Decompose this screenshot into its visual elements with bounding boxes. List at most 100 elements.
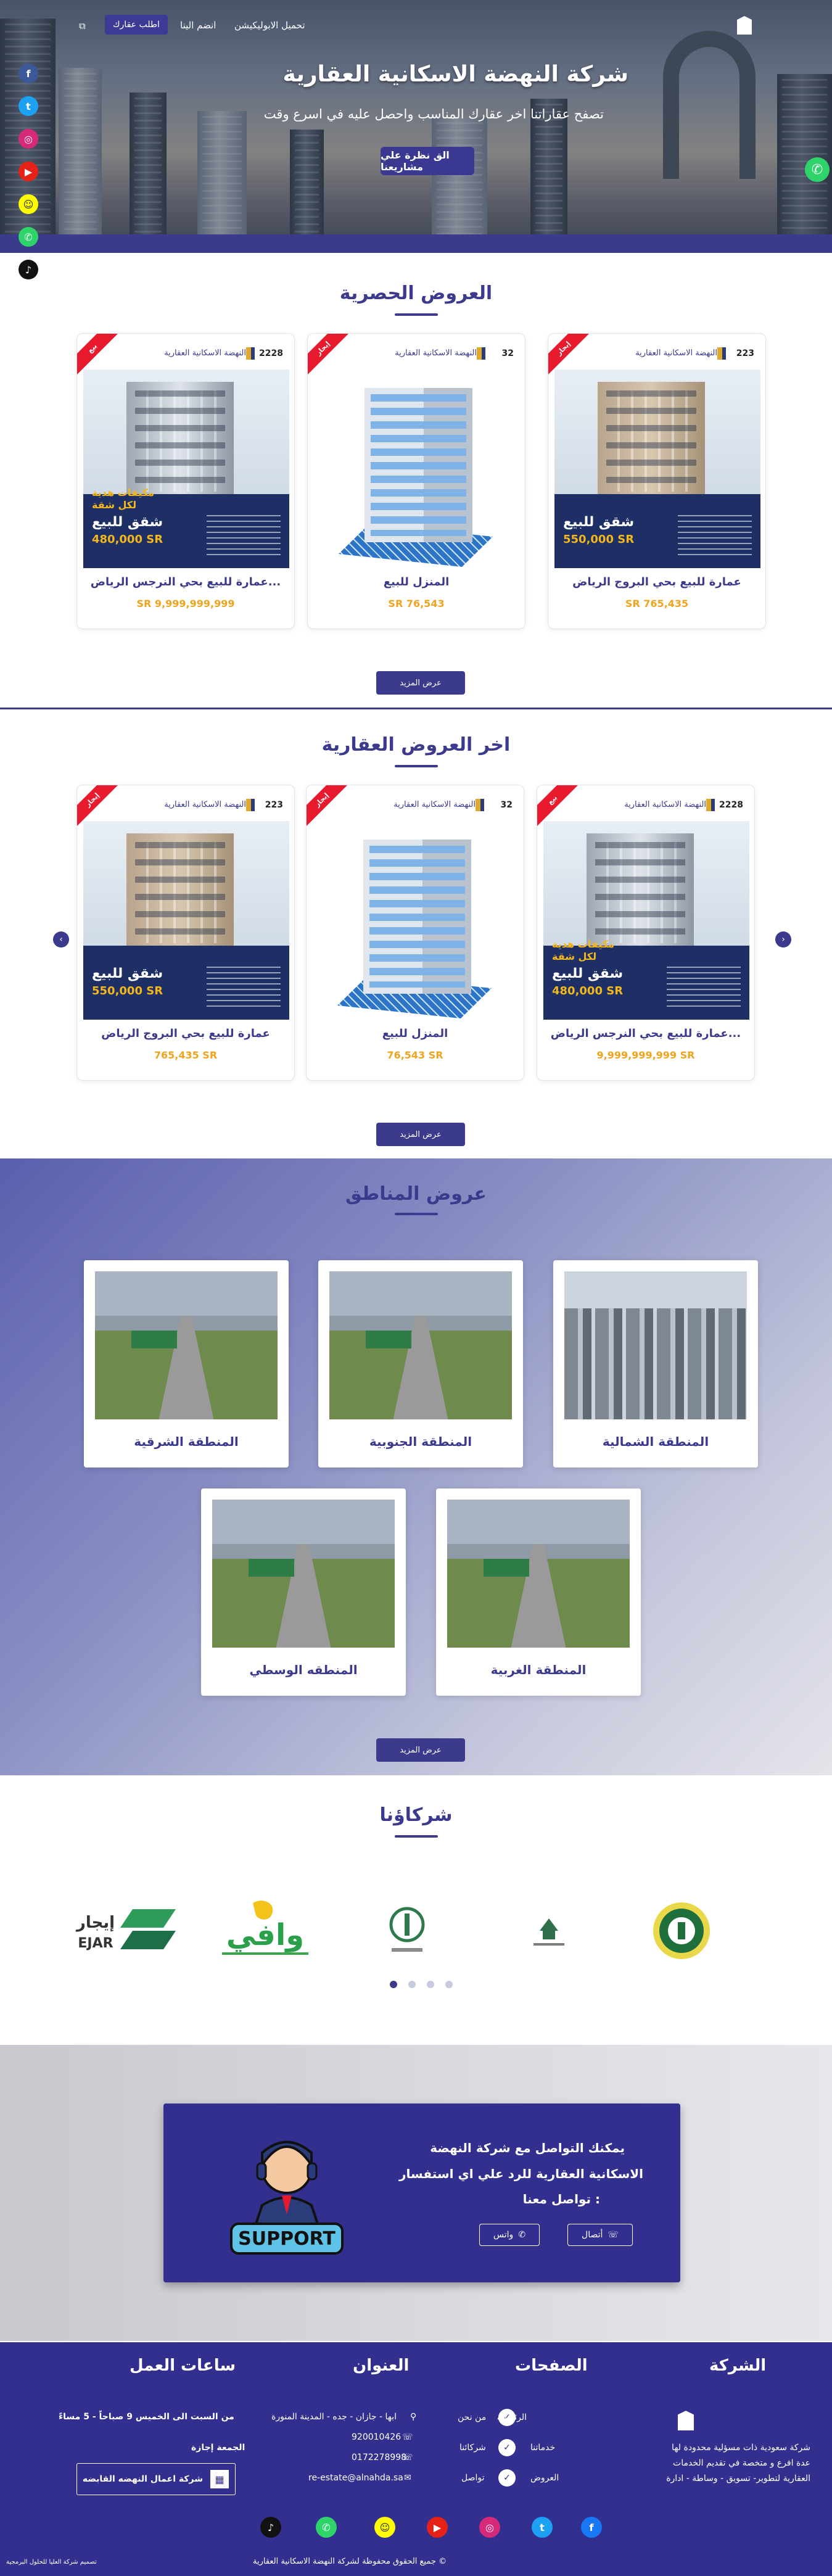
site-logo[interactable] (737, 16, 752, 35)
footer-link-services[interactable]: خدماتنا (530, 2443, 555, 2453)
regions-more-button[interactable]: عرض المزيد (376, 1738, 465, 1762)
partner-logo-justice[interactable] (370, 1897, 444, 1965)
footer-email[interactable]: re-estate@alnahda.sa (308, 2473, 403, 2483)
phone-icon: ☏ (608, 2230, 619, 2240)
listing-number: 32 (501, 349, 514, 358)
brand-logo-icon (706, 799, 715, 811)
property-card[interactable]: بيع 2228 النهضة الاسكانية العقارية مكيفا… (537, 785, 755, 1081)
call-button[interactable]: أتصال ☏ (567, 2224, 633, 2246)
footer-link-partners[interactable]: شركائنا (459, 2443, 486, 2453)
whatsapp-icon[interactable]: ✆ (19, 227, 38, 247)
property-image: 223 النهضة الاسكانية العقارية شقق للبيع … (83, 791, 289, 1020)
poster-details (207, 515, 281, 558)
footer-design-credit[interactable]: تصميم شركة العليا للحلول البرمجية (6, 2559, 97, 2566)
tiktok-icon[interactable]: ♪ (260, 2517, 281, 2538)
nav-join-us[interactable]: انضم الينا (180, 20, 216, 31)
tiktok-icon[interactable]: ♪ (19, 260, 38, 279)
property-title[interactable]: المنزل للبيع (314, 576, 519, 588)
facebook-icon[interactable]: f (581, 2517, 602, 2538)
property-title[interactable]: عمارة للبيع بحي النرجس الرياض... (83, 576, 288, 588)
contact-line-3: تواصل معنا : (522, 2192, 600, 2207)
poster-details (678, 515, 752, 558)
building-photo (587, 833, 694, 952)
exclusive-more-button[interactable]: عرض المزيد (376, 671, 465, 695)
property-card[interactable]: إيجار 32 النهضة الاسكانية العقارية المنز… (307, 333, 525, 629)
check-icon: ✓ (498, 2469, 516, 2487)
property-card[interactable]: إيجار 223 النهضة الاسكانية العقارية شقق … (548, 333, 766, 629)
instagram-icon[interactable]: ◎ (19, 129, 38, 149)
property-image: 32 النهضة الاسكانية العقارية (313, 791, 519, 1020)
footer-phone-2[interactable]: 0172278998 (352, 2453, 406, 2462)
snapchat-icon[interactable]: ☺ (374, 2517, 395, 2538)
property-card[interactable]: إيجار 223 النهضة الاسكانية العقارية شقق … (76, 785, 295, 1081)
nav-download-app[interactable]: تحميل الابوليكيشن (234, 20, 305, 31)
group-company-label: شركة اعمال النهضه القابضه (82, 2474, 203, 2484)
carousel-dot[interactable] (427, 1981, 434, 1988)
whatsapp-button[interactable]: واتس ✆ (479, 2224, 540, 2246)
property-card[interactable]: إيجار 32 النهضة الاسكانية العقارية المنز… (306, 785, 524, 1081)
property-title[interactable]: عمارة للبيع بحي البروج الرياض (554, 576, 759, 588)
region-card-north[interactable]: المنطقة الشمالية (553, 1260, 758, 1468)
carousel-dot[interactable] (408, 1981, 416, 1988)
footer-address: ابها - جازان - جده - المدينة المنورة (271, 2412, 397, 2422)
brand-logo-icon (477, 347, 485, 360)
whatsapp-icon[interactable]: ✆ (316, 2517, 337, 2538)
footer-friday: الجمعة إجازة (191, 2443, 245, 2453)
partner-logo-ejar[interactable]: إيجار EJAR (71, 1897, 188, 1965)
region-image (329, 1271, 512, 1419)
footer-company-title: الشركة (709, 2356, 767, 2375)
property-price: SR 765,435 (625, 598, 689, 609)
poster-price: 550,000 SR (92, 985, 163, 997)
support-label: SUPPORT (238, 2228, 336, 2250)
region-card-south[interactable]: المنطقة الجنوبية (318, 1260, 523, 1468)
property-title[interactable]: عمارة للبيع بحي النرجس الرياض... (543, 1027, 748, 1040)
partners-title: شركاؤنا (379, 1804, 453, 1826)
partner-logo-government[interactable] (648, 1897, 715, 1965)
partner-logo-wafi[interactable]: وافي (210, 1897, 321, 1965)
footer-link-offers[interactable]: العروض (530, 2473, 559, 2483)
footer-phone-1[interactable]: 920010426 (352, 2432, 401, 2442)
footer-link-contact[interactable]: تواصل (461, 2473, 485, 2483)
instagram-icon[interactable]: ◎ (479, 2517, 500, 2538)
listing-brand: النهضة الاسكانية العقارية (164, 349, 246, 358)
nav-request-property-button[interactable]: اطلب عقارك (105, 15, 168, 35)
region-card-west[interactable]: المنطقة الغربية (436, 1488, 641, 1696)
carousel-prev-arrow[interactable]: ‹ (53, 931, 69, 947)
building-photo (598, 382, 705, 500)
footer-copyright: جميع الحقوق محفوظة لشركة النهضة الاسكاني… (253, 2557, 447, 2566)
property-title[interactable]: المنزل للبيع (313, 1027, 517, 1040)
region-image (212, 1500, 395, 1648)
building-photo (126, 382, 234, 500)
facebook-icon[interactable]: f (19, 64, 38, 83)
region-name: المنطقة الغربية (490, 1662, 587, 1677)
footer-link-home[interactable]: الرئيسية (497, 2413, 527, 2422)
whatsapp-float-icon[interactable]: ✆ (805, 157, 830, 182)
twitter-icon[interactable]: t (532, 2517, 553, 2538)
youtube-icon[interactable]: ▶ (427, 2517, 448, 2538)
carousel-next-arrow[interactable]: › (775, 931, 791, 947)
hero-projects-button[interactable]: الق نظرة علي مشاريعنا (381, 147, 474, 175)
twitter-icon[interactable]: t (19, 96, 38, 116)
listing-brand: النهضة الاسكانية العقارية (635, 349, 717, 358)
phone-icon: ☏ (402, 2453, 413, 2462)
footer-link-about[interactable]: من نحن (458, 2413, 490, 2422)
location-icon: ⚲ (410, 2412, 417, 2422)
latest-more-button[interactable]: عرض المزيد (376, 1123, 465, 1146)
carousel-dot[interactable] (445, 1981, 453, 1988)
youtube-icon[interactable]: ▶ (19, 162, 38, 181)
poster-price: 480,000 SR (552, 985, 624, 997)
region-name: المنطقة الشرقية (134, 1434, 239, 1449)
contact-box: يمكنك التواصل مع شركة النهضة الاسكانية ا… (163, 2103, 680, 2282)
check-icon: ✓ (498, 2439, 516, 2456)
property-title[interactable]: عمارة للبيع بحي البروج الرياض (83, 1027, 288, 1040)
listing-brand: النهضة الاسكانية العقارية (164, 800, 246, 809)
listing-brand: النهضة الاسكانية العقارية (393, 800, 476, 809)
group-company-button[interactable]: شركة اعمال النهضه القابضه ▦ (76, 2463, 236, 2495)
carousel-dot[interactable] (390, 1981, 397, 1988)
snapchat-icon[interactable]: ☺ (19, 194, 38, 214)
property-card[interactable]: بيع 2228 النهضة الاسكانية العقارية مكيفا… (76, 333, 295, 629)
language-icon[interactable]: ⧉ (79, 20, 90, 31)
partner-logo-housing[interactable] (512, 1897, 586, 1965)
region-card-east[interactable]: المنطقة الشرقية (84, 1260, 289, 1468)
region-card-central[interactable]: المنطقه الوسطي (201, 1488, 406, 1696)
